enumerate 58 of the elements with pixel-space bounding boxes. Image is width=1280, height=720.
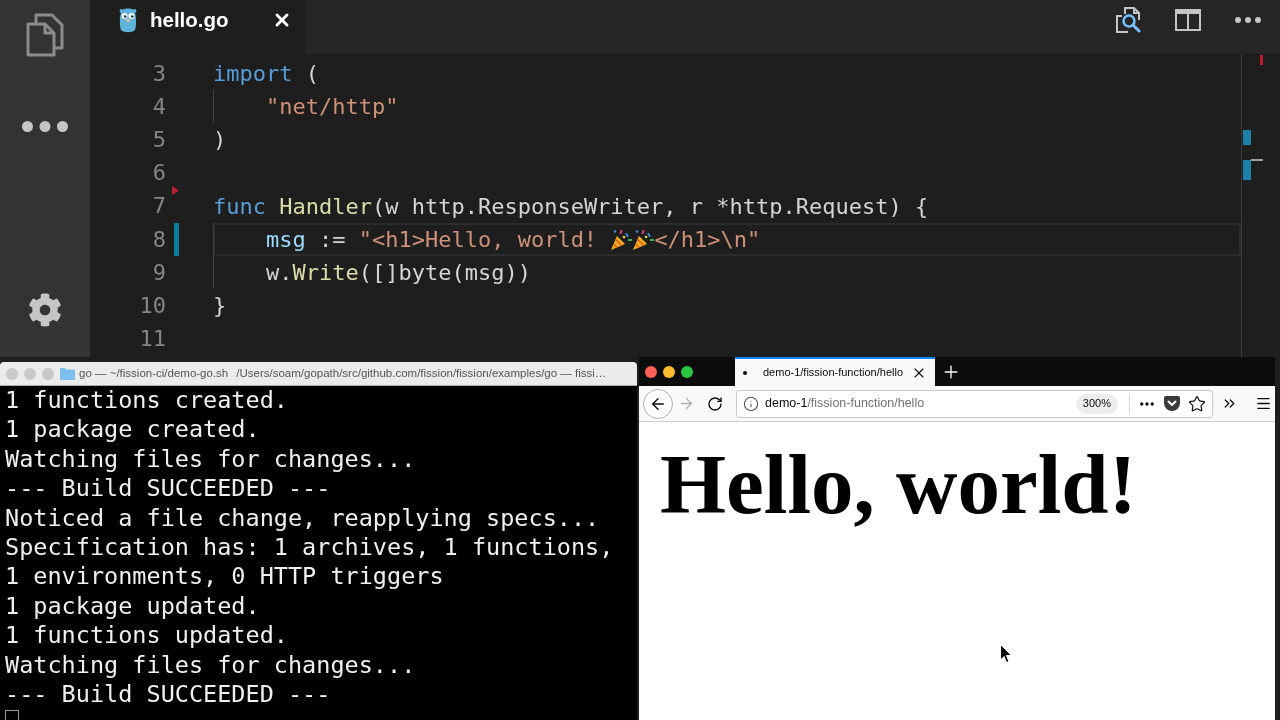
line-number: 3: [152, 62, 166, 85]
line-number: 10: [139, 294, 166, 317]
ellipsis-icon[interactable]: [22, 121, 68, 132]
zoom-level-button[interactable]: 300%: [1075, 393, 1118, 414]
terminal-line: --- Build SUCCEEDED ---: [5, 680, 331, 710]
terminal-line: Specification has: 1 archives, 1 functions,: [5, 533, 614, 563]
menu-icon[interactable]: [1255, 395, 1272, 412]
code-text: import (: [213, 60, 319, 89]
code-text: msg := "<h1>Hello, world!: [265, 226, 599, 255]
zoom-window-icon[interactable]: [681, 365, 693, 378]
line-number: 4: [152, 95, 166, 118]
back-button[interactable]: [643, 388, 673, 419]
code-text: "net/http": [265, 93, 399, 122]
folder-icon: [60, 367, 75, 380]
terminal-line: Noticed a file change, reapplying specs...: [5, 503, 600, 534]
window-title: /Users/soam/gopath/src/github.com/fission/fission/examples/go — fissi…: [236, 365, 607, 381]
reload-icon[interactable]: [707, 395, 723, 412]
page-heading: Hello, world!: [660, 442, 1137, 527]
ruler-mark-icon: [1243, 130, 1251, 145]
terminal-line: 1 package updated.: [5, 591, 260, 622]
info-icon[interactable]: [743, 395, 759, 412]
line-number: 5: [152, 128, 166, 151]
party-popper-icon: [610, 228, 633, 251]
gopher-icon: [117, 7, 139, 33]
minimize-window-icon[interactable]: [663, 365, 675, 378]
star-icon[interactable]: [1188, 394, 1206, 413]
url-text: demo-1/fission-function/hello: [765, 395, 925, 413]
close-window-icon[interactable]: [645, 365, 657, 378]
terminal-line: 1 functions created.: [5, 386, 288, 416]
more-icon[interactable]: [1235, 17, 1261, 23]
split-editor-icon[interactable]: [1175, 9, 1201, 31]
ruler-mark-icon: [1260, 55, 1263, 65]
files-icon[interactable]: [26, 13, 64, 57]
line-number: 9: [152, 261, 166, 284]
mouse-pointer-icon: [1000, 644, 1012, 663]
code-text: func Handler(w http.ResponseWriter, r *http.Request) {: [213, 192, 929, 221]
line-number: 8: [152, 228, 166, 251]
url-field[interactable]: demo-1/fission-function/hello 300%: [736, 389, 1213, 418]
editor-tab[interactable]: hello.go: [90, 0, 305, 54]
window-title: go — ~/fission-ci/demo-go.sh: [79, 365, 229, 381]
settings-icon[interactable]: [28, 293, 62, 327]
line-number: 11: [139, 328, 166, 351]
code-text: w.Write([]byte(msg)): [265, 259, 531, 288]
terminal-line: 1 functions updated.: [5, 621, 288, 651]
dot-icon: [743, 370, 747, 375]
terminal-line: 1 environments, 0 HTTP triggers: [5, 562, 444, 592]
code-text: ): [213, 126, 227, 155]
terminal-line: --- Build SUCCEEDED ---: [5, 474, 331, 504]
code-text: </h1>\n": [654, 226, 761, 255]
terminal-line: Watching files for changes...: [5, 650, 416, 681]
line-number: 7: [152, 195, 166, 218]
terminal-line: Watching files for changes...: [5, 444, 416, 475]
pocket-icon[interactable]: [1164, 396, 1180, 411]
party-popper-icon: [632, 228, 655, 251]
code-text: }: [213, 292, 227, 321]
terminal-line: 1 package created.: [5, 415, 260, 445]
browser-tab[interactable]: demo-1/fission-function/hello: [735, 357, 935, 386]
line-number: 6: [152, 162, 166, 185]
